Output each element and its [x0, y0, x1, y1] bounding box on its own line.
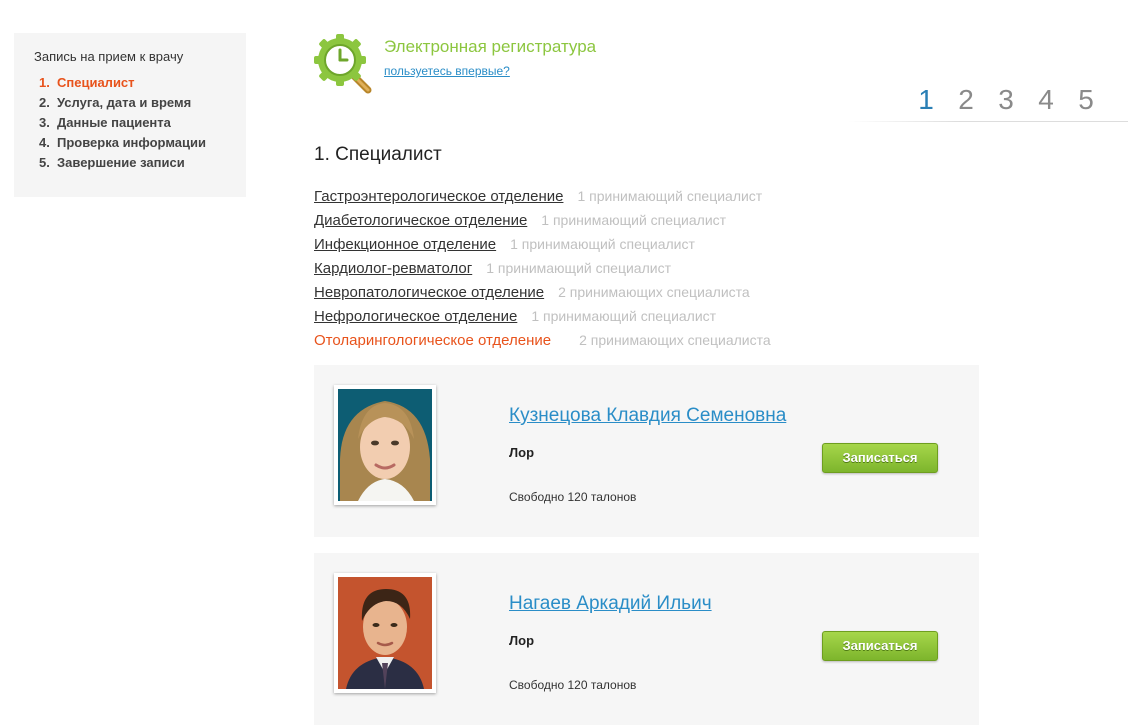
department-link-selected[interactable]: Отоларингологическое отделение — [314, 332, 551, 349]
doctor-card: Кузнецова Клавдия Семеновна Лор Свободно… — [314, 365, 979, 537]
department-link[interactable]: Гастроэнтерологическое отделение — [314, 188, 563, 205]
step-specialist: 1. Специалист — [39, 75, 135, 90]
sidebar-title: Запись на прием к врачу — [34, 49, 184, 64]
department-item: Гастроэнтерологическое отделение 1 приним… — [314, 186, 771, 210]
department-link[interactable]: Кардиолог-ревматолог — [314, 260, 472, 277]
specialist-count: 1 принимающий специалист — [531, 308, 717, 324]
book-button[interactable]: Записаться — [822, 443, 938, 473]
step-list: 1. Специалист 2. Услуга, дата и время 3. Да… — [34, 73, 246, 173]
doctor-photo — [334, 385, 436, 505]
step-patient-data: 3. Данные пациента — [39, 115, 171, 130]
free-slots: Свободно 120 талонов — [509, 678, 637, 692]
book-button[interactable]: Записаться — [822, 631, 938, 661]
department-item: Невропатологическое отделение 2 принимающ… — [314, 282, 771, 306]
page-1[interactable]: 1 — [916, 84, 936, 118]
department-item: Инфекционное отделение 1 принимающий спец… — [314, 234, 771, 258]
specialist-count: 2 принимающих специалиста — [579, 332, 771, 348]
department-list: Гастроэнтерологическое отделение 1 приним… — [314, 186, 771, 354]
male-portrait-icon — [338, 577, 432, 689]
section-title: 1. Специалист — [314, 144, 442, 165]
step-service-date-time: 2. Услуга, дата и время — [39, 95, 192, 110]
step-pager: 1 2 3 4 5 — [916, 84, 1096, 118]
department-link[interactable]: Нефрологическое отделение — [314, 308, 517, 325]
department-item: Диабетологическое отделение 1 принимающий… — [314, 210, 771, 234]
doctor-card: Нагаев Аркадий Ильич Лор Свободно 120 та… — [314, 553, 979, 725]
doctor-name-link[interactable]: Кузнецова Клавдия Семеновна — [509, 405, 786, 427]
department-item-selected: Отоларингологическое отделение 2 принимаю… — [314, 330, 771, 354]
specialist-count: 1 принимающий специалист — [541, 212, 727, 228]
department-item: Кардиолог-ревматолог 1 принимающий специа… — [314, 258, 771, 282]
page-4[interactable]: 4 — [1036, 84, 1056, 118]
page-3[interactable]: 3 — [996, 84, 1016, 118]
clock-magnifier-icon — [314, 32, 374, 96]
step-complete: 5. Завершение записи — [39, 155, 185, 170]
department-item: Нефрологическое отделение 1 принимающий с… — [314, 306, 771, 330]
department-link[interactable]: Невропатологическое отделение — [314, 284, 544, 301]
doctor-specialty: Лор — [509, 445, 535, 460]
female-portrait-icon — [338, 389, 432, 501]
specialist-count: 1 принимающий специалист — [510, 236, 695, 252]
first-time-link[interactable]: пользуетесь впервые? — [384, 64, 510, 78]
department-link[interactable]: Инфекционное отделение — [314, 236, 496, 253]
doctor-name-link[interactable]: Нагаев Аркадий Ильич — [509, 593, 712, 615]
page-2[interactable]: 2 — [956, 84, 976, 118]
doctor-specialty: Лор — [509, 633, 535, 648]
free-slots: Свободно 120 талонов — [509, 490, 637, 504]
pager-divider — [848, 121, 1128, 122]
page-5[interactable]: 5 — [1076, 84, 1096, 118]
specialist-count: 1 принимающий специалист — [486, 260, 671, 276]
specialist-count: 2 принимающих специалиста — [558, 284, 750, 300]
step-check-info: 4. Проверка информации — [39, 135, 206, 150]
doctor-photo — [334, 573, 436, 693]
specialist-count: 1 принимающий специалист — [577, 188, 763, 204]
brand-title: Электронная регистратура — [384, 37, 597, 56]
department-link[interactable]: Диабетологическое отделение — [314, 212, 527, 229]
sidebar: Запись на прием к врачу 1. Специалист 2. У… — [14, 33, 246, 197]
